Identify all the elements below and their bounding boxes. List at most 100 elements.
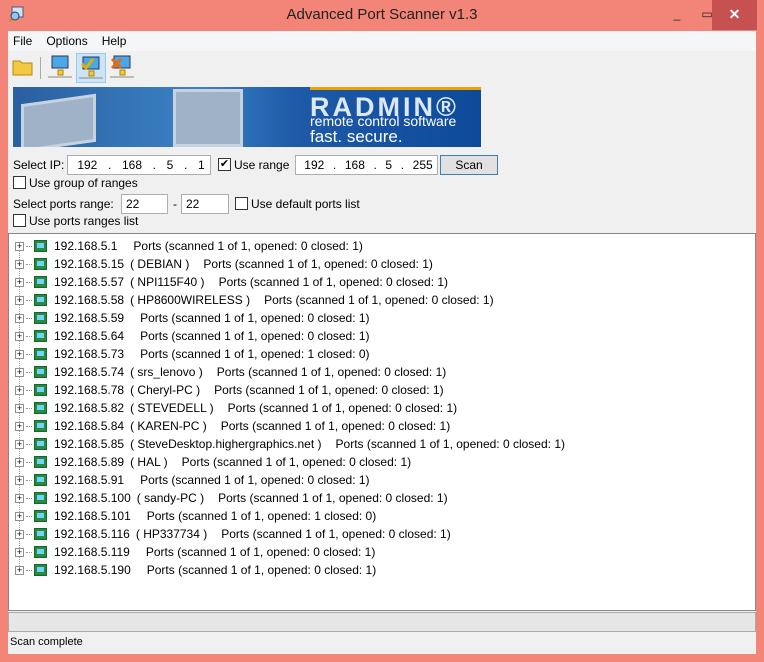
result-row[interactable]: +192.168.5.190 Ports (scanned 1 of 1, ope…	[15, 561, 376, 579]
result-ip: 192.168.5.58	[54, 293, 125, 307]
result-hostname: ( NPI115F40 )	[130, 275, 205, 289]
expand-icon[interactable]: +	[15, 295, 24, 305]
result-ip: 192.168.5.116	[54, 527, 130, 541]
expand-icon[interactable]: +	[15, 547, 24, 557]
result-row[interactable]: +192.168.5.15 ( DEBIAN ) Ports (scanned 1 …	[15, 255, 433, 273]
banner-monitor-image	[173, 89, 243, 147]
result-hostname: ( STEVEDELL )	[130, 401, 214, 415]
use-default-ports-label: Use default ports list	[251, 197, 360, 211]
expand-icon[interactable]: +	[15, 475, 24, 485]
port-range-dash: -	[173, 197, 177, 211]
result-row[interactable]: +192.168.5.57 ( NPI115F40 ) Ports (scanned…	[15, 273, 448, 291]
main-window: File Options Help RADMIN® remote control…	[8, 31, 756, 654]
tree-connector	[26, 425, 32, 427]
result-row[interactable]: +192.168.5.58 ( HP8600WIRELESS ) Ports (sc…	[15, 291, 494, 309]
result-row[interactable]: +192.168.5.1 Ports (scanned 1 of 1, opene…	[15, 237, 363, 255]
result-row[interactable]: +192.168.5.78 ( Cheryl-PC ) Ports (scanned…	[15, 381, 444, 399]
result-ip: 192.168.5.74	[54, 365, 125, 379]
port-from-field[interactable]: 22	[121, 194, 168, 214]
expand-icon[interactable]: +	[15, 367, 24, 377]
result-ports: Ports (scanned 1 of 1, opened: 0 closed:…	[218, 491, 448, 505]
end-ip-field[interactable]: 192. 168. 5. 255	[295, 155, 438, 175]
result-row[interactable]: +192.168.5.64 Ports (scanned 1 of 1, open…	[15, 327, 370, 345]
expand-icon[interactable]: +	[15, 385, 24, 395]
menu-help[interactable]: Help	[102, 34, 127, 48]
tree-connector	[26, 335, 32, 337]
expand-icon[interactable]: +	[15, 493, 24, 503]
result-ip: 192.168.5.85	[54, 437, 125, 451]
use-group-of-ranges-checkbox[interactable]	[13, 176, 26, 189]
result-ip: 192.168.5.84	[54, 419, 125, 433]
banner-monitor-image	[21, 93, 96, 147]
expand-icon[interactable]: +	[15, 439, 24, 449]
result-row[interactable]: +192.168.5.59 Ports (scanned 1 of 1, open…	[15, 309, 370, 327]
result-row[interactable]: +192.168.5.73 Ports (scanned 1 of 1, open…	[15, 345, 370, 363]
expand-icon[interactable]: +	[15, 529, 24, 539]
scan-button[interactable]: Scan	[440, 155, 498, 175]
results-tree[interactable]: +192.168.5.1 Ports (scanned 1 of 1, opene…	[8, 233, 756, 611]
result-row[interactable]: +192.168.5.101 Ports (scanned 1 of 1, ope…	[15, 507, 376, 525]
result-row[interactable]: +192.168.5.91 Ports (scanned 1 of 1, open…	[15, 471, 370, 489]
result-ip: 192.168.5.1	[54, 239, 118, 253]
expand-icon[interactable]: +	[15, 331, 24, 341]
result-ip: 192.168.5.73	[54, 347, 125, 361]
expand-icon[interactable]: +	[15, 565, 24, 575]
result-ports: Ports (scanned 1 of 1, opened: 1 closed:…	[140, 347, 370, 361]
tree-connector	[26, 515, 32, 517]
result-ip: 192.168.5.101	[54, 509, 131, 523]
result-row[interactable]: +192.168.5.89 ( HAL ) Ports (scanned 1 of …	[15, 453, 411, 471]
result-row[interactable]: +192.168.5.119 Ports (scanned 1 of 1, ope…	[15, 543, 375, 561]
use-group-of-ranges-label: Use group of ranges	[29, 176, 138, 190]
start-ip-field[interactable]: 192. 168. 5. 1	[67, 155, 211, 175]
use-ports-ranges-list-label: Use ports ranges list	[29, 214, 139, 228]
tree-connector	[26, 245, 32, 247]
tree-connector	[26, 299, 32, 301]
tree-connector	[26, 551, 32, 553]
computer-network-icon[interactable]	[46, 53, 76, 83]
result-row[interactable]: +192.168.5.116 ( HP337734 ) Ports (scanned…	[15, 525, 451, 543]
result-ip: 192.168.5.91	[54, 473, 125, 487]
result-ports: Ports (scanned 1 of 1, opened: 0 closed:…	[218, 275, 449, 289]
ip-octet: 168	[121, 158, 142, 172]
result-hostname: ( sandy-PC )	[136, 491, 205, 505]
result-ports: Ports (scanned 1 of 1, opened: 0 closed:…	[335, 437, 565, 451]
use-range-label: Use range	[234, 158, 290, 172]
tree-connector	[26, 479, 32, 481]
result-ip: 192.168.5.119	[54, 545, 130, 559]
computer-check-icon[interactable]	[76, 53, 106, 83]
computer-icon	[34, 258, 47, 270]
result-row[interactable]: +192.168.5.84 ( KAREN-PC ) Ports (scanned …	[15, 417, 450, 435]
result-ports: Ports (scanned 1 of 1, opened: 0 closed:…	[146, 563, 377, 577]
radmin-banner[interactable]: RADMIN® remote control software fast. se…	[13, 87, 481, 147]
menu-file[interactable]: File	[13, 34, 32, 48]
close-button[interactable]: ✕	[712, 0, 757, 30]
expand-icon[interactable]: +	[15, 241, 24, 251]
expand-icon[interactable]: +	[15, 457, 24, 467]
computer-icon	[34, 492, 47, 504]
result-ip: 192.168.5.64	[54, 329, 125, 343]
expand-icon[interactable]: +	[15, 349, 24, 359]
result-row[interactable]: +192.168.5.100 ( sandy-PC ) Ports (scanned…	[15, 489, 448, 507]
port-to-field[interactable]: 22	[181, 194, 229, 214]
expand-icon[interactable]: +	[15, 421, 24, 431]
use-default-ports-checkbox[interactable]	[235, 197, 248, 210]
use-ports-ranges-list-checkbox[interactable]	[13, 214, 26, 227]
expand-icon[interactable]: +	[15, 403, 24, 413]
ip-octet: 5	[385, 158, 393, 172]
menu-options[interactable]: Options	[46, 34, 87, 48]
expand-icon[interactable]: +	[15, 277, 24, 287]
open-folder-icon[interactable]	[10, 53, 40, 83]
computer-icon	[34, 330, 47, 342]
minimize-button[interactable]: _	[662, 0, 692, 30]
result-row[interactable]: +192.168.5.85 ( SteveDesktop.highergraphi…	[15, 435, 565, 453]
expand-icon[interactable]: +	[15, 259, 24, 269]
progress-bar	[8, 612, 756, 632]
expand-icon[interactable]: +	[15, 511, 24, 521]
computer-remove-icon[interactable]	[108, 53, 138, 83]
result-row[interactable]: +192.168.5.74 ( srs_lenovo ) Ports (scanne…	[15, 363, 446, 381]
result-row[interactable]: +192.168.5.82 ( STEVEDELL ) Ports (scanned…	[15, 399, 457, 417]
banner-accent	[310, 87, 481, 90]
result-ports: Ports (scanned 1 of 1, opened: 0 closed:…	[214, 383, 444, 397]
expand-icon[interactable]: +	[15, 313, 24, 323]
use-range-checkbox[interactable]: ✔	[218, 158, 231, 171]
